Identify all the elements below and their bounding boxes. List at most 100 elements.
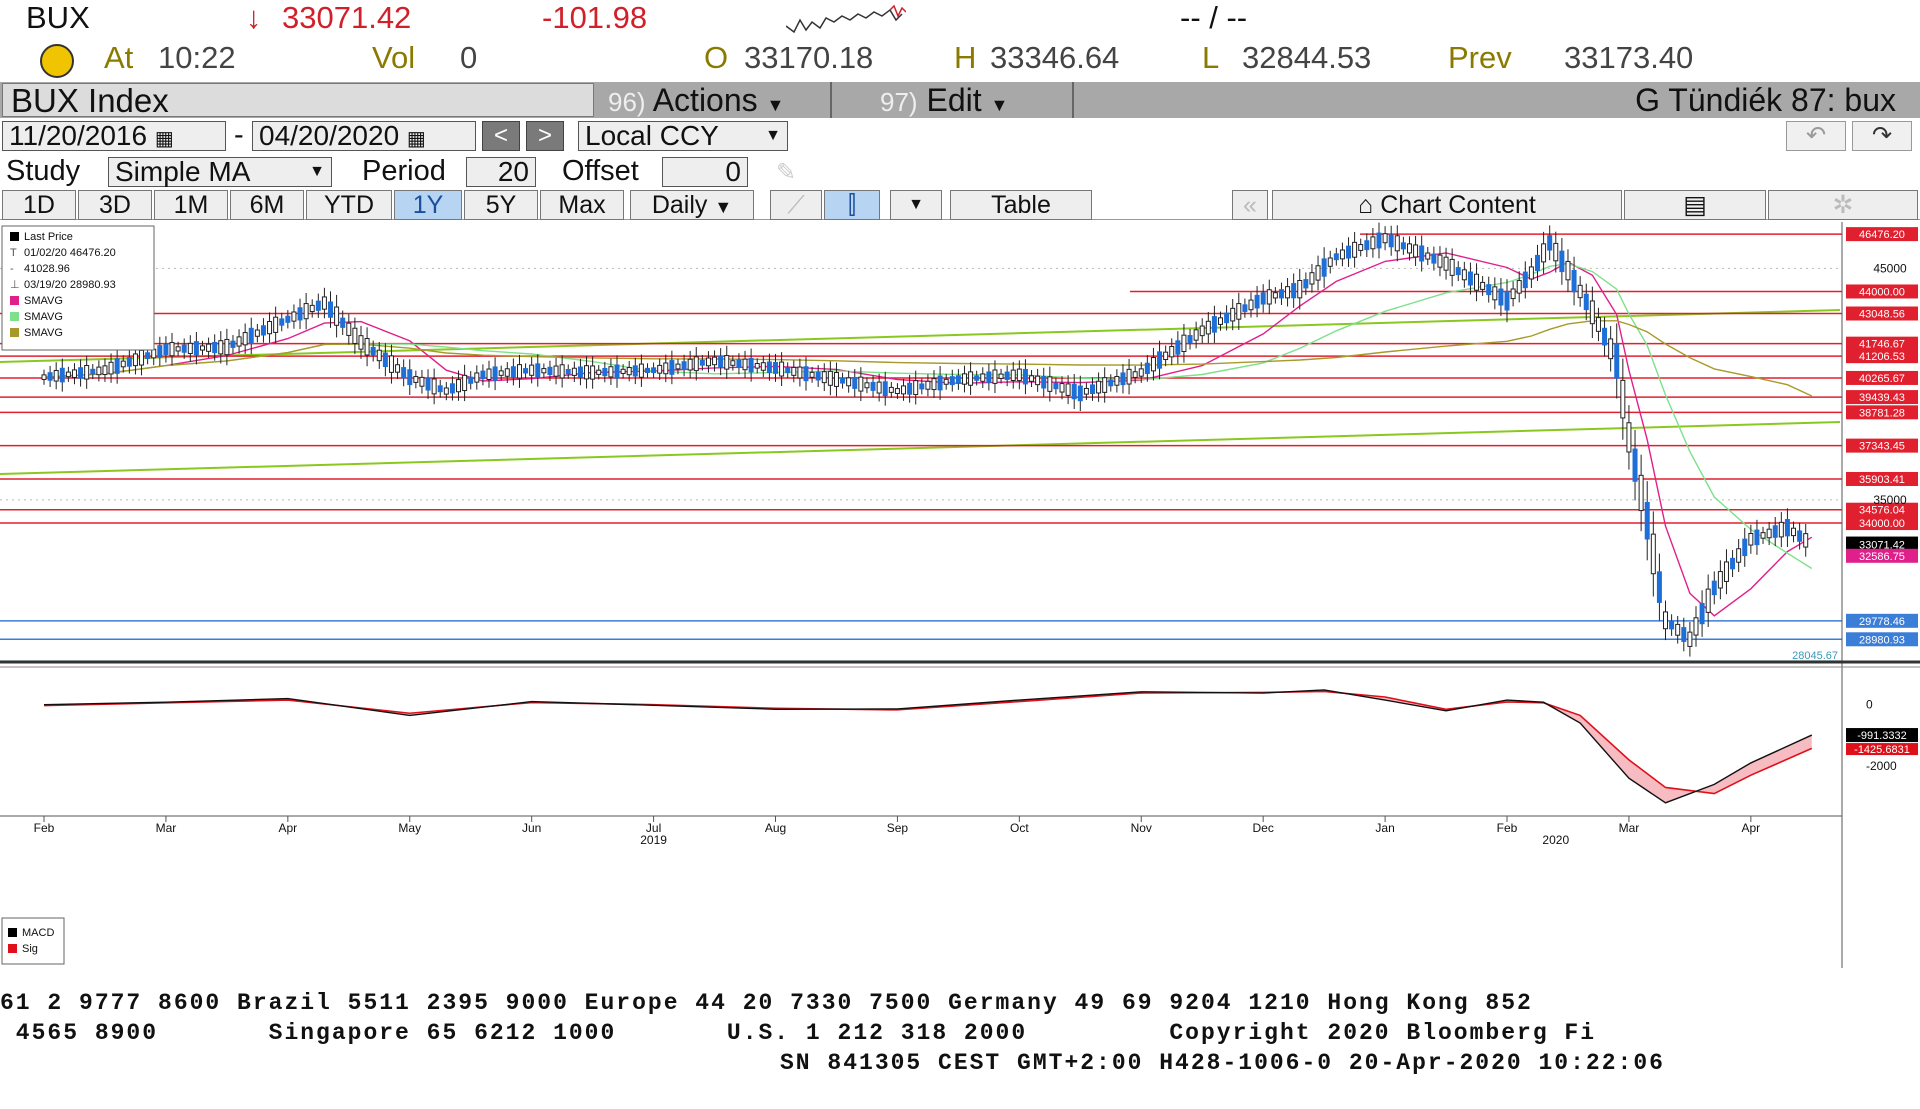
- price-level-label: 43048.56: [1859, 309, 1905, 321]
- candle-body: [1327, 257, 1333, 267]
- candle-body: [1663, 611, 1669, 630]
- candle-body: [1260, 292, 1266, 305]
- chart-content-icon: ⌂: [1358, 191, 1374, 219]
- candle-body: [382, 352, 388, 368]
- range-1d[interactable]: 1D: [2, 190, 76, 220]
- candle-body: [260, 325, 266, 336]
- price-level-label: 44000.00: [1859, 286, 1905, 298]
- candle-body: [1736, 548, 1742, 563]
- candle-body: [78, 367, 84, 379]
- range-max[interactable]: Max: [540, 190, 624, 220]
- study-select[interactable]: Simple MA ▼: [108, 157, 332, 187]
- candle-body: [425, 377, 431, 391]
- candle-body: [315, 300, 321, 311]
- candle-body: [1285, 286, 1291, 299]
- candle-body: [876, 381, 882, 394]
- sparkline: [786, 4, 906, 34]
- candle-body: [931, 378, 937, 391]
- ticker[interactable]: BUX: [26, 0, 90, 36]
- range-ytd[interactable]: YTD: [306, 190, 392, 220]
- candle-body: [71, 369, 77, 378]
- candle-body: [84, 365, 90, 380]
- candle-body: [1205, 320, 1211, 335]
- candle-body: [1541, 243, 1547, 263]
- macd-legend[interactable]: MACD Sig: [1, 917, 65, 965]
- next-period-button[interactable]: >: [526, 121, 564, 151]
- chevron-down-icon[interactable]: ▼: [890, 190, 942, 220]
- candle-body: [504, 368, 510, 377]
- candle-body: [151, 348, 157, 359]
- chevron-down-icon: ▼: [714, 197, 733, 217]
- edit-menu[interactable]: 97) Edit ▼: [834, 82, 1074, 118]
- macd-legend-swatch: [8, 928, 17, 937]
- currency-select[interactable]: Local CCY ▼: [578, 121, 788, 151]
- candle-body: [1449, 258, 1455, 276]
- legend-swatch: [10, 312, 19, 321]
- gear-icon[interactable]: ✲: [1768, 190, 1918, 220]
- candle-body: [961, 373, 967, 385]
- security-toolbar: BUX Index 96) Actions ▼ 97) Edit ▼ G Tün…: [0, 82, 1920, 118]
- candle-body: [449, 383, 455, 394]
- redo-icon[interactable]: ↷: [1852, 121, 1912, 151]
- security-name-field[interactable]: BUX Index: [2, 83, 594, 117]
- range-1m[interactable]: 1M: [154, 190, 228, 220]
- legend-label: 01/02/20 46476.20: [24, 247, 116, 259]
- chart-settings-icon[interactable]: ▤: [1624, 190, 1766, 220]
- candle-body: [1370, 236, 1376, 250]
- line-chart-icon[interactable]: ⟋: [770, 190, 822, 220]
- table-button[interactable]: Table: [950, 190, 1092, 220]
- collapse-icon[interactable]: «: [1232, 190, 1268, 220]
- candle-body: [827, 370, 833, 386]
- frequency-select[interactable]: Daily ▼: [630, 190, 754, 220]
- end-date-field[interactable]: 04/20/2020 ▦: [252, 121, 476, 151]
- candle-body: [779, 361, 785, 377]
- sma-label: 32586.75: [1859, 551, 1905, 563]
- candle-body: [736, 359, 742, 369]
- range-3d[interactable]: 3D: [78, 190, 152, 220]
- candle-body: [510, 366, 516, 378]
- candlestick-icon[interactable]: ⫿: [824, 190, 880, 220]
- candle-body: [516, 364, 522, 379]
- pen-icon[interactable]: ✎: [776, 158, 796, 187]
- calendar-icon[interactable]: ▦: [407, 128, 426, 150]
- candle-body: [334, 306, 340, 326]
- candle-body: [1138, 368, 1144, 377]
- candle-body: [1693, 617, 1699, 636]
- candle-body: [291, 311, 297, 322]
- candle-body: [218, 340, 224, 355]
- candle-body: [535, 363, 541, 378]
- speedometer-icon[interactable]: [40, 44, 74, 78]
- price-chart[interactable]: 46476.20 44000.00 43048.56 41746.6741206.53…: [0, 222, 1920, 968]
- chart-content-button[interactable]: ⌂ Chart Content: [1272, 190, 1622, 220]
- actions-menu[interactable]: 96) Actions ▼: [596, 82, 832, 118]
- price-level-label: 29778.46: [1859, 616, 1905, 628]
- candle-body: [1589, 300, 1595, 325]
- start-date-field[interactable]: 11/20/2016 ▦: [2, 121, 226, 151]
- range-5y[interactable]: 5Y: [464, 190, 538, 220]
- undo-icon[interactable]: ↶: [1786, 121, 1846, 151]
- range-6m[interactable]: 6M: [230, 190, 304, 220]
- candle-body: [1784, 518, 1790, 537]
- footer-phones-line1: 61 2 9777 8600 Brazil 5511 2395 9000 Eur…: [0, 990, 1533, 1016]
- offset-label: Offset: [562, 155, 639, 187]
- previous-period-button[interactable]: <: [482, 121, 520, 151]
- candle-body: [705, 357, 711, 367]
- candle-body: [626, 367, 632, 376]
- candle-body: [571, 367, 577, 376]
- offset-input[interactable]: 0: [662, 157, 748, 187]
- candle-body: [47, 372, 53, 381]
- direction-arrow-icon: ↓: [246, 0, 262, 35]
- candle-body: [602, 367, 608, 377]
- net-change: -101.98: [542, 0, 648, 35]
- time-label: At: [104, 40, 134, 75]
- candle-body: [1431, 253, 1437, 264]
- legend-label: SMAVG: [24, 327, 63, 339]
- chart-legend[interactable]: Last Price T 01/02/20 46476.20- 41028.96 ⊥ 03…: [1, 225, 155, 351]
- range-1y[interactable]: 1Y: [394, 190, 462, 220]
- candle-body: [1333, 253, 1339, 261]
- candle-body: [894, 388, 900, 395]
- calendar-icon[interactable]: ▦: [155, 128, 174, 150]
- candle-body: [1626, 422, 1632, 453]
- period-input[interactable]: 20: [466, 157, 536, 187]
- candle-body: [352, 327, 358, 344]
